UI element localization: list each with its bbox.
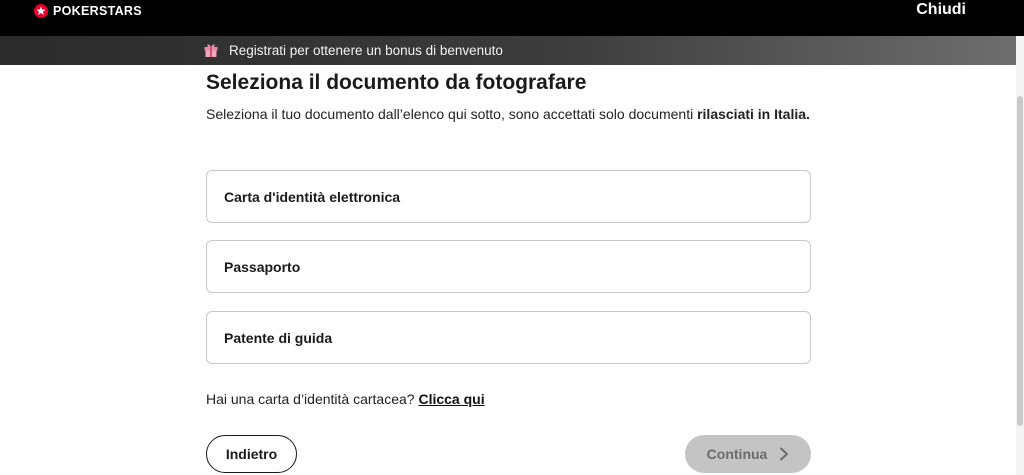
option-label: Carta d'identità elettronica xyxy=(224,188,401,205)
continue-label: Continua xyxy=(706,446,768,462)
description-emphasis: rilasciati in Italia. xyxy=(697,106,810,122)
page-description: Seleziona il tuo documento dall’elenco q… xyxy=(206,104,811,124)
scrollbar[interactable] xyxy=(1016,36,1024,475)
brand-name: POKERSTARS xyxy=(53,4,142,18)
pokerstars-logo[interactable]: POKERSTARS xyxy=(34,2,142,20)
page-title: Seleziona il documento da fotografare xyxy=(206,71,587,94)
top-bar: POKERSTARS Chiudi xyxy=(0,0,1024,36)
gift-icon xyxy=(204,44,218,57)
document-selection-panel: Seleziona il documento da fotografare Se… xyxy=(206,68,811,473)
back-button[interactable]: Indietro xyxy=(206,435,297,473)
close-button[interactable]: Chiudi xyxy=(916,1,966,19)
promo-banner[interactable]: Registrati per ottenere un bonus di benv… xyxy=(0,36,1016,65)
chevron-right-icon xyxy=(780,447,789,461)
option-driving-license[interactable]: Patente di guida xyxy=(206,311,811,364)
option-passport[interactable]: Passaporto xyxy=(206,240,811,293)
description-text: Seleziona il tuo documento dall’elenco q… xyxy=(206,106,698,122)
option-label: Patente di guida xyxy=(224,329,333,346)
promo-text: Registrati per ottenere un bonus di benv… xyxy=(229,42,503,58)
continue-button[interactable]: Continua xyxy=(685,435,811,473)
scrollbar-thumb[interactable] xyxy=(1017,96,1023,426)
paper-id-prompt: Hai una carta d’identità cartacea? Clicc… xyxy=(206,391,485,407)
paper-id-question: Hai una carta d’identità cartacea? xyxy=(206,391,419,407)
paper-id-link[interactable]: Clicca qui xyxy=(418,391,484,407)
option-label: Passaporto xyxy=(224,258,301,275)
option-electronic-id-card[interactable]: Carta d'identità elettronica xyxy=(206,170,811,223)
pokerstars-star-icon xyxy=(34,4,48,18)
